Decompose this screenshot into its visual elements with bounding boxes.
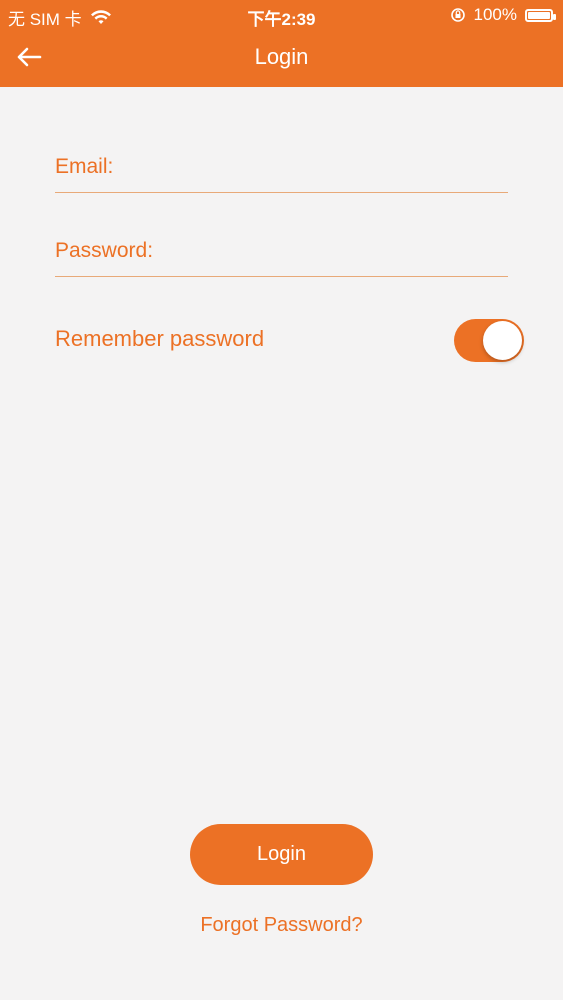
email-label: Email: [55,155,114,178]
password-field[interactable]: Password: [55,227,508,277]
login-button[interactable]: Login [190,824,373,885]
remember-password-toggle[interactable] [454,319,524,362]
status-bar: 无 SIM 卡 下午2:39 100% [0,0,563,30]
page-title: Login [254,44,309,69]
password-label: Password: [55,239,154,262]
orientation-lock-icon [450,8,465,22]
app-header: 无 SIM 卡 下午2:39 100% Login [0,0,563,87]
status-right: 100% [450,5,556,25]
navigation-bar: Login [0,30,563,87]
email-field[interactable]: Email: [55,143,508,193]
toggle-knob [483,321,522,360]
forgot-password-link[interactable]: Forgot Password? [0,914,563,937]
remember-password-label: Remember password [55,326,265,351]
battery-icon [525,8,556,22]
battery-percent: 100% [473,5,517,24]
